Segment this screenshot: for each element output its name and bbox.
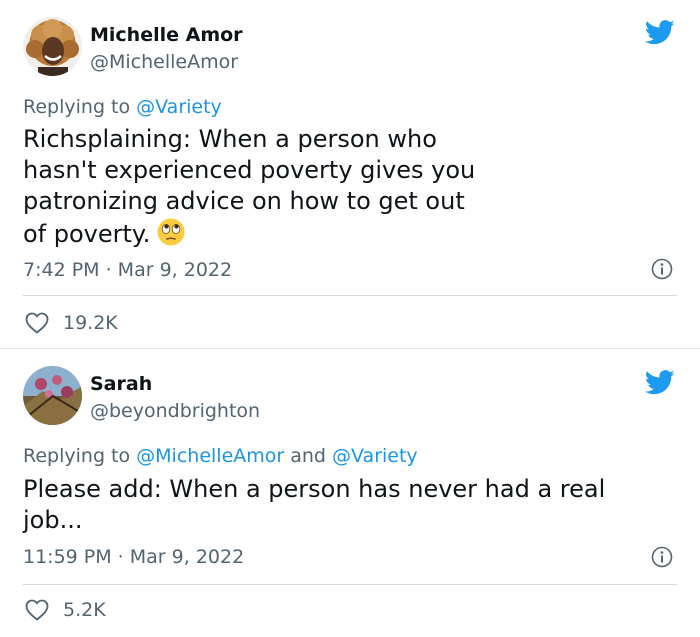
author-name[interactable]: Sarah	[90, 373, 152, 395]
heart-icon[interactable]	[25, 599, 49, 621]
divider	[23, 584, 677, 585]
reply-context: Replying to @Variety	[23, 96, 222, 118]
info-icon[interactable]	[651, 258, 673, 280]
like-count: 19.2K	[63, 312, 118, 334]
info-icon[interactable]	[651, 546, 673, 568]
reply-joiner: and	[284, 445, 333, 467]
face-with-rolling-eyes-icon	[156, 217, 186, 247]
twitter-bird-icon[interactable]	[644, 20, 675, 45]
author-name[interactable]: Michelle Amor	[90, 24, 243, 46]
tweet-timestamp[interactable]: 7:42 PM · Mar 9, 2022	[23, 259, 232, 281]
mention-link[interactable]: @Variety	[136, 96, 222, 118]
reply-label: Replying to	[23, 96, 137, 118]
author-handle[interactable]: @beyondbrighton	[90, 400, 260, 422]
tweet-timestamp[interactable]: 11:59 PM · Mar 9, 2022	[23, 546, 244, 568]
tweet-card: Sarah @beyondbrighton Replying to @Miche…	[0, 349, 700, 637]
tweet-text-content: Richsplaining: When a person who hasn't …	[23, 125, 476, 248]
avatar[interactable]	[23, 366, 82, 425]
reply-context: Replying to @MichelleAmor and @Variety	[23, 445, 418, 467]
avatar[interactable]	[23, 17, 82, 76]
twitter-bird-icon[interactable]	[644, 370, 675, 395]
divider	[23, 295, 677, 296]
mention-link[interactable]: @Variety	[332, 445, 418, 467]
reply-label: Replying to	[23, 445, 137, 467]
author-handle[interactable]: @MichelleAmor	[90, 51, 238, 73]
mention-link[interactable]: @MichelleAmor	[136, 445, 284, 467]
tweet-text: Richsplaining: When a person who hasn't …	[23, 124, 483, 250]
heart-icon[interactable]	[25, 312, 49, 334]
tweet-text: Please add: When a person has never had …	[23, 475, 606, 534]
like-count: 5.2K	[63, 599, 106, 621]
tweet-card: Michelle Amor @MichelleAmor Replying to …	[0, 0, 700, 349]
